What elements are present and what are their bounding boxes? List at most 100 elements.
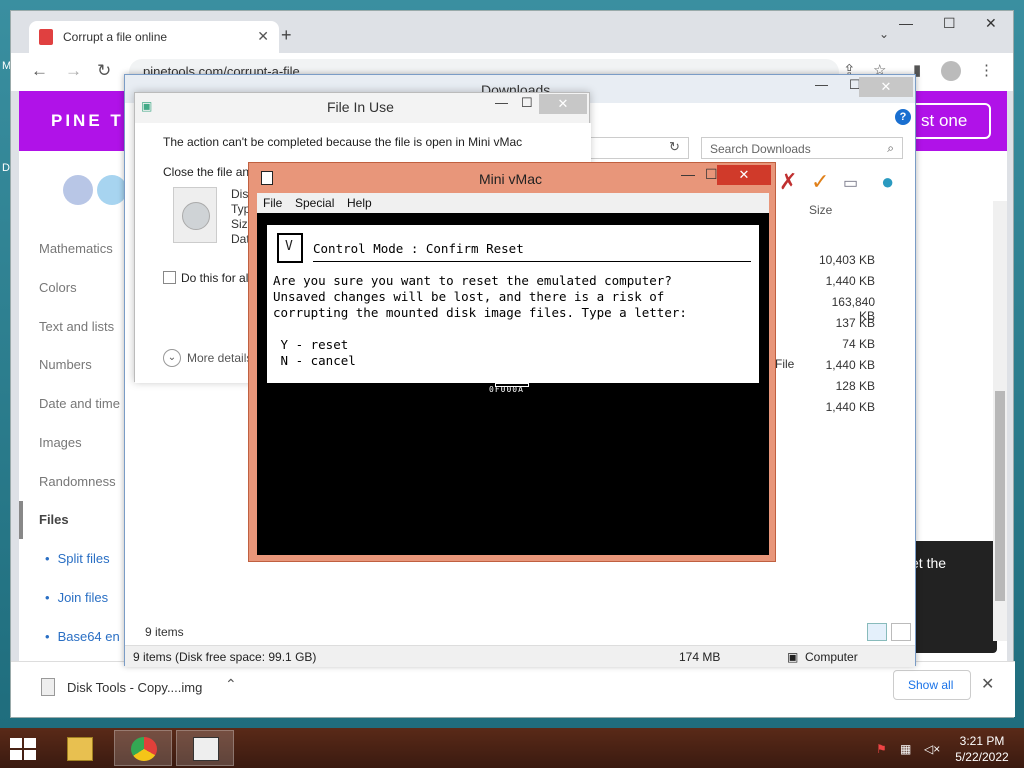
- sidebar-item-images[interactable]: Images: [39, 435, 82, 450]
- checkbox-label[interactable]: Do this for al: [181, 271, 248, 285]
- file-size: 137 KB: [835, 316, 875, 330]
- pinetools-favicon-icon: [39, 29, 53, 45]
- download-file-name[interactable]: Disk Tools - Copy....img: [67, 680, 202, 695]
- file-size: 1,440 KB: [825, 400, 875, 414]
- maximize-icon[interactable]: ☐: [521, 95, 533, 111]
- file-prop: Dis: [231, 187, 249, 201]
- folder-icon: [67, 737, 93, 761]
- clock-date: 5/22/2022: [955, 750, 1009, 764]
- close-icon[interactable]: ✕: [539, 94, 587, 114]
- disk-image-file-icon: [173, 187, 217, 243]
- menu-special[interactable]: Special: [295, 196, 334, 210]
- close-icon[interactable]: ✕: [717, 165, 771, 185]
- file-size: 1,440 KB: [825, 358, 875, 372]
- new-tab-icon[interactable]: +: [281, 25, 292, 46]
- chrome-icon: [131, 737, 157, 761]
- dialog-title: File In Use: [327, 99, 394, 115]
- taskbar-file-explorer[interactable]: [50, 730, 108, 766]
- tab-close-icon[interactable]: ✕: [257, 28, 269, 45]
- download-bar: Disk Tools - Copy....img ⌃ Show all ✕: [11, 661, 1015, 717]
- close-icon[interactable]: ✕: [985, 15, 997, 32]
- status-code: 0F000A: [489, 385, 524, 394]
- taskbar: ⚑ ▦ ◁× 3:21 PM 5/22/2022: [0, 728, 1024, 768]
- pinetools-logo[interactable]: PINE T: [51, 111, 124, 131]
- dialog-instruction: Close the file and: [163, 165, 256, 179]
- large-icons-view-icon[interactable]: [891, 623, 911, 641]
- search-placeholder: Search Downloads: [710, 142, 811, 156]
- scrollbar-thumb[interactable]: [995, 391, 1005, 601]
- network-icon[interactable]: ▦: [900, 742, 911, 756]
- status-size: 174 MB: [679, 650, 721, 664]
- menu-dots-icon[interactable]: ⋮: [979, 61, 994, 79]
- refresh-icon[interactable]: ↻: [669, 139, 680, 155]
- reload-icon[interactable]: ↻: [97, 61, 111, 81]
- dialog-icon: ▣: [141, 99, 153, 113]
- file-size: 1,440 KB: [825, 274, 875, 288]
- sidebar-active-indicator: [19, 501, 23, 539]
- sidebar-item-text-and-lists[interactable]: Text and lists: [39, 319, 114, 334]
- twitter-icon[interactable]: [97, 175, 127, 205]
- sidebar-item-files[interactable]: Files: [39, 512, 69, 527]
- help-icon[interactable]: ?: [895, 109, 911, 125]
- sidebar-item-mathematics[interactable]: Mathematics: [39, 241, 113, 256]
- minimize-icon[interactable]: —: [815, 77, 828, 92]
- sidebar-item-randomness[interactable]: Randomness: [39, 474, 116, 489]
- explorer-status-bar: 9 items (Disk free space: 99.1 GB) 174 M…: [125, 645, 915, 667]
- delete-icon[interactable]: ✗: [779, 169, 797, 195]
- forward-icon[interactable]: →: [65, 61, 82, 81]
- system-clock[interactable]: 3:21 PM 5/22/2022: [950, 733, 1014, 765]
- minimize-icon[interactable]: —: [899, 15, 913, 31]
- minivmac-app-icon: [261, 171, 273, 185]
- minivmac-titlebar: Mini vMac — ☐ ✕: [249, 163, 775, 193]
- maximize-icon[interactable]: ☐: [705, 166, 718, 183]
- page-scrollbar[interactable]: [993, 201, 1007, 641]
- minimize-icon[interactable]: —: [495, 95, 508, 110]
- file-prop: Dat: [231, 232, 250, 246]
- chevron-down-icon[interactable]: ⌄: [163, 349, 181, 367]
- show-all-button[interactable]: Show all: [893, 670, 971, 700]
- status-free-space: 9 items (Disk free space: 99.1 GB): [133, 650, 317, 664]
- size-column-header[interactable]: Size: [809, 203, 832, 217]
- facebook-icon[interactable]: [63, 175, 93, 205]
- file-size: 128 KB: [835, 379, 875, 393]
- sidebar-subitem-join-files[interactable]: Join files: [45, 590, 109, 605]
- taskbar-chrome[interactable]: [114, 730, 172, 766]
- tab-title: Corrupt a file online: [63, 30, 168, 44]
- details-view-icon[interactable]: [867, 623, 887, 641]
- tab-search-chevron-icon[interactable]: ⌄: [879, 27, 889, 41]
- show-all-label: Show all: [908, 678, 954, 692]
- emulator-screen[interactable]: Control Mode : Confirm Reset Are you sur…: [257, 213, 769, 555]
- sidebar-item-colors[interactable]: Colors: [39, 280, 77, 295]
- back-icon[interactable]: ←: [31, 61, 48, 81]
- desktop-icon-label: D: [2, 162, 10, 174]
- option-reset: Y - reset: [273, 337, 349, 352]
- tab-corrupt-file[interactable]: Corrupt a file online ✕: [29, 21, 279, 53]
- profile-avatar-icon[interactable]: [941, 61, 961, 81]
- sidebar-item-date-and-time[interactable]: Date and time: [39, 396, 120, 411]
- volume-muted-icon[interactable]: ◁×: [924, 742, 940, 756]
- download-bar-close-icon[interactable]: ✕: [981, 674, 994, 694]
- status-location: Computer: [805, 650, 858, 664]
- maximize-icon[interactable]: ☐: [943, 15, 956, 32]
- sidebar-subitem-base64[interactable]: Base64 en: [45, 629, 120, 644]
- checkmark-icon[interactable]: ✓: [811, 169, 829, 195]
- menu-file[interactable]: File: [263, 196, 282, 210]
- chevron-up-icon[interactable]: ⌃: [225, 676, 237, 693]
- menu-help[interactable]: Help: [347, 196, 372, 210]
- sidebar-subitem-split-files[interactable]: Split files: [45, 551, 110, 566]
- taskbar-minivmac[interactable]: [176, 730, 234, 766]
- minimize-icon[interactable]: —: [681, 166, 695, 182]
- file-icon: [41, 678, 55, 696]
- tab-bar: Corrupt a file online ✕ + ⌄ — ☐ ✕: [11, 11, 1013, 53]
- close-icon[interactable]: ✕: [859, 77, 913, 97]
- sidebar-item-numbers[interactable]: Numbers: [39, 357, 92, 372]
- do-this-for-all-checkbox[interactable]: [163, 271, 176, 284]
- properties-icon[interactable]: ▭: [843, 173, 858, 193]
- more-details-link[interactable]: More details: [187, 351, 252, 365]
- action-center-flag-icon[interactable]: ⚑: [876, 742, 887, 756]
- heading-divider: [313, 261, 751, 262]
- minivmac-menubar: File Special Help: [257, 193, 769, 213]
- globe-icon[interactable]: ●: [881, 169, 894, 195]
- windows-start-icon[interactable]: [10, 738, 38, 760]
- explorer-search-input[interactable]: Search Downloads ⌕: [701, 137, 903, 159]
